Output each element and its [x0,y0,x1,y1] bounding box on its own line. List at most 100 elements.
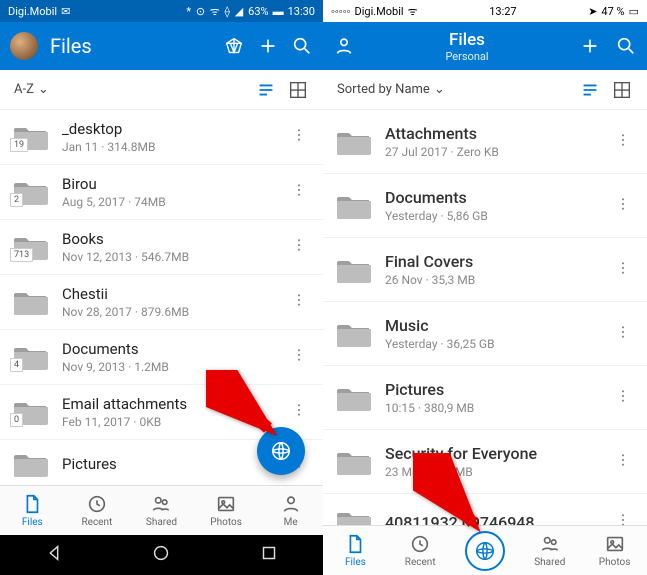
page-title: Files [50,34,211,58]
tab-photos[interactable]: Photos [194,486,259,535]
folder-icon: 0 [14,399,48,425]
more-icon[interactable] [287,233,311,261]
mail-icon: ✉ [61,5,70,18]
item-name: Birou [62,175,287,193]
tab-photos[interactable]: Photos [582,526,647,575]
search-icon[interactable] [291,35,313,57]
search-icon[interactable] [615,35,637,57]
android-status-bar: Digi.Mobil ✉ * ⊙ ᯤ ⟠ ◢ 63% ▬ 13:30 [0,0,323,22]
item-name: Email attachments [62,395,287,413]
view-grid-icon[interactable] [611,79,633,101]
more-icon[interactable] [287,343,311,371]
status-icons: * ⊙ ᯤ ⟠ ◢ [186,4,244,19]
item-name: Pictures [385,380,611,399]
tab-files[interactable]: Files [0,486,65,535]
folder-icon [14,451,48,477]
more-icon[interactable] [287,288,311,316]
item-name: _desktop [62,120,287,138]
item-meta: Nov 28, 2017 · 879.6MB [62,305,287,319]
avatar[interactable] [10,32,38,60]
item-name: Documents [385,188,611,207]
more-icon[interactable] [611,192,635,220]
count-badge: 0 [10,413,23,427]
list-item[interactable]: Final Covers26 Nov · 35,3 MB [323,238,647,302]
folder-icon: 713 [14,234,48,260]
battery-icon: ▭ [629,5,639,18]
more-icon[interactable] [611,384,635,412]
aperture-icon [465,531,505,571]
android-nav-bar [0,535,323,575]
more-icon[interactable] [611,508,635,525]
item-name: Security for Everyone [385,444,611,463]
tab-recent[interactable]: Recent [65,486,130,535]
item-meta: 23 Mar · 158 MB [385,465,611,479]
add-icon[interactable] [579,35,601,57]
tab-shared[interactable]: Shared [517,526,582,575]
view-grid-icon[interactable] [287,79,309,101]
list-item[interactable]: 4 Documents Nov 9, 2013 · 1.2MB [0,330,323,385]
nav-home[interactable] [150,542,172,568]
list-item[interactable]: Music Yesterday · 36,25 GB [323,302,647,366]
sort-dropdown[interactable]: A-Z⌄ [14,82,49,97]
folder-icon [337,509,371,525]
item-meta: Nov 9, 2013 · 1.2MB [62,360,287,374]
tab-me[interactable]: Me [258,486,323,535]
shared-icon [150,493,172,515]
folder-icon [337,129,371,155]
sort-dropdown[interactable]: Sorted by Name⌄ [337,82,445,97]
signal-icon: ◦◦◦◦◦ [331,5,351,18]
folder-icon: 19 [14,124,48,150]
camera-fab[interactable] [257,427,305,475]
more-icon[interactable] [287,178,311,206]
item-meta: Aug 5, 2017 · 74MB [62,195,287,209]
battery-label: 47 % [601,5,624,18]
item-meta: Yesterday · 36,25 GB [385,337,611,351]
list-item[interactable]: Attachments27 Jul 2017 · Zero KB [323,110,647,174]
ios-status-bar: ◦◦◦◦◦ Digi.Mobil ᯤ 13:27 ➤47 %▭ [323,0,647,22]
add-icon[interactable] [257,35,279,57]
item-meta: 27 Jul 2017 · Zero KB [385,145,611,159]
more-icon[interactable] [611,128,635,156]
page-title: Files Personal [367,30,567,63]
account-icon[interactable] [333,35,355,57]
list-item[interactable]: Security for Everyone 23 Mar · 158 MB [323,430,647,494]
list-item[interactable]: 19_desktopJan 11 · 314.8MB [0,110,323,165]
item-name: Books [62,230,287,248]
carrier-label: Digi.Mobil [355,5,404,18]
chevron-down-icon: ⌄ [434,82,445,97]
list-item[interactable]: 2BirouAug 5, 2017 · 74MB [0,165,323,220]
item-name: Final Covers [385,252,611,271]
more-icon[interactable] [611,448,635,476]
view-list-icon[interactable] [255,79,277,101]
recent-icon [409,533,431,555]
more-icon[interactable] [611,320,635,348]
list-item[interactable]: DocumentsYesterday · 5,86 GB [323,174,647,238]
premium-icon[interactable] [223,35,245,57]
list-item[interactable]: Pictures10:15 · 380,9 MB [323,366,647,430]
carrier-label: Digi.Mobil [8,5,57,18]
folder-icon: 4 [14,344,48,370]
battery-label: 63% [248,5,268,18]
tab-files[interactable]: Files [323,526,388,575]
tab-shared[interactable]: Shared [129,486,194,535]
folder-icon [14,289,48,315]
list-item[interactable]: 40811932 09746948 [323,494,647,525]
tab-camera[interactable] [453,526,518,575]
view-list-icon[interactable] [579,79,601,101]
more-icon[interactable] [287,398,311,426]
photos-icon [215,493,237,515]
folder-icon [337,385,371,411]
more-icon[interactable] [287,123,311,151]
nav-recent[interactable] [258,542,280,568]
app-header: Files [0,22,323,70]
item-name: Documents [62,340,287,358]
battery-icon: ▬ [273,5,284,18]
sort-bar: A-Z⌄ [0,70,323,110]
list-item[interactable]: ChestiiNov 28, 2017 · 879.6MB [0,275,323,330]
clock-label: 13:27 [489,5,516,18]
nav-back[interactable] [43,542,65,568]
tab-recent[interactable]: Recent [388,526,453,575]
list-item[interactable]: 713BooksNov 12, 2013 · 546.7MB [0,220,323,275]
more-icon[interactable] [611,256,635,284]
item-name: Music [385,316,611,335]
